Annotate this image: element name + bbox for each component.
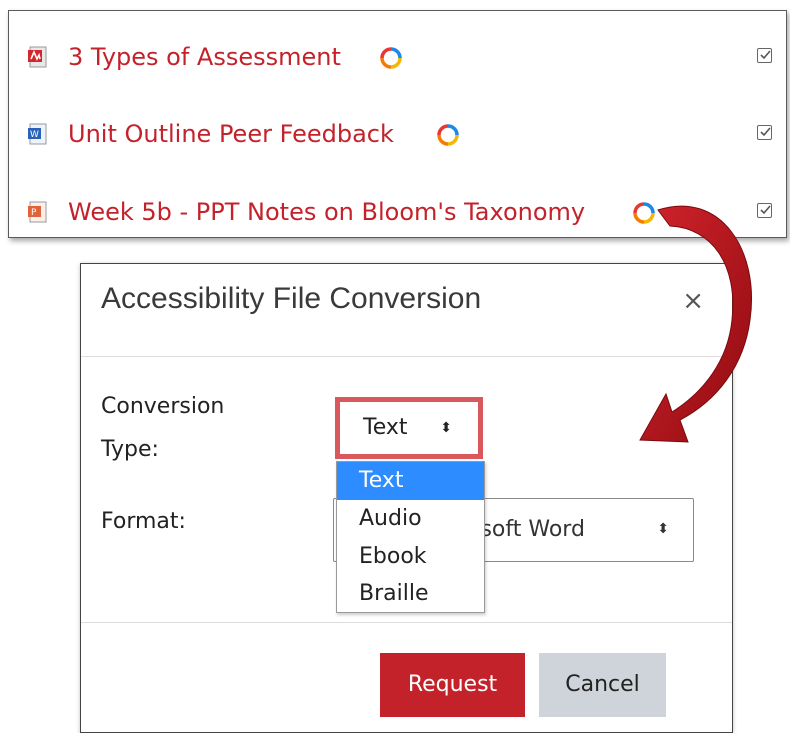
- word-file-icon: W: [27, 123, 49, 145]
- sync-icon[interactable]: [436, 123, 460, 147]
- powerpoint-file-icon: P: [27, 201, 49, 223]
- request-button[interactable]: Request: [380, 653, 525, 717]
- dialog-footer-divider: [81, 622, 732, 624]
- dropdown-option-ebook[interactable]: Ebook: [337, 538, 484, 576]
- conversion-type-label-line2: Type:: [101, 437, 159, 462]
- conversion-type-select[interactable]: Text ⬍: [335, 397, 483, 459]
- sync-icon[interactable]: [379, 46, 403, 70]
- file-link[interactable]: 3 Types of Assessment: [68, 37, 341, 77]
- conversion-type-value: Text: [363, 415, 408, 440]
- checkbox-icon[interactable]: [757, 125, 772, 140]
- checkbox-icon[interactable]: [757, 48, 772, 63]
- conversion-type-dropdown: Text Audio Ebook Braille: [336, 461, 485, 613]
- conversion-type-label-line1: Conversion: [101, 394, 225, 419]
- curved-arrow-icon: [639, 205, 752, 443]
- format-label: Format:: [101, 509, 186, 534]
- file-row[interactable]: 3 Types of Assessment: [9, 37, 786, 77]
- svg-text:P: P: [31, 208, 37, 218]
- file-link[interactable]: Unit Outline Peer Feedback: [68, 114, 394, 154]
- dropdown-option-braille[interactable]: Braille: [337, 575, 484, 613]
- dropdown-option-text[interactable]: Text: [337, 462, 484, 500]
- dialog-title: Accessibility File Conversion: [101, 282, 482, 315]
- file-row[interactable]: W Unit Outline Peer Feedback: [9, 114, 786, 154]
- svg-text:W: W: [30, 130, 39, 140]
- file-link[interactable]: Week 5b - PPT Notes on Bloom's Taxonomy: [68, 192, 585, 232]
- pdf-file-icon: [27, 46, 49, 68]
- cancel-button[interactable]: Cancel: [539, 653, 666, 717]
- select-arrows-icon: ⬍: [440, 420, 452, 436]
- dropdown-option-audio[interactable]: Audio: [337, 500, 484, 538]
- select-arrows-icon: ⬍: [657, 521, 669, 537]
